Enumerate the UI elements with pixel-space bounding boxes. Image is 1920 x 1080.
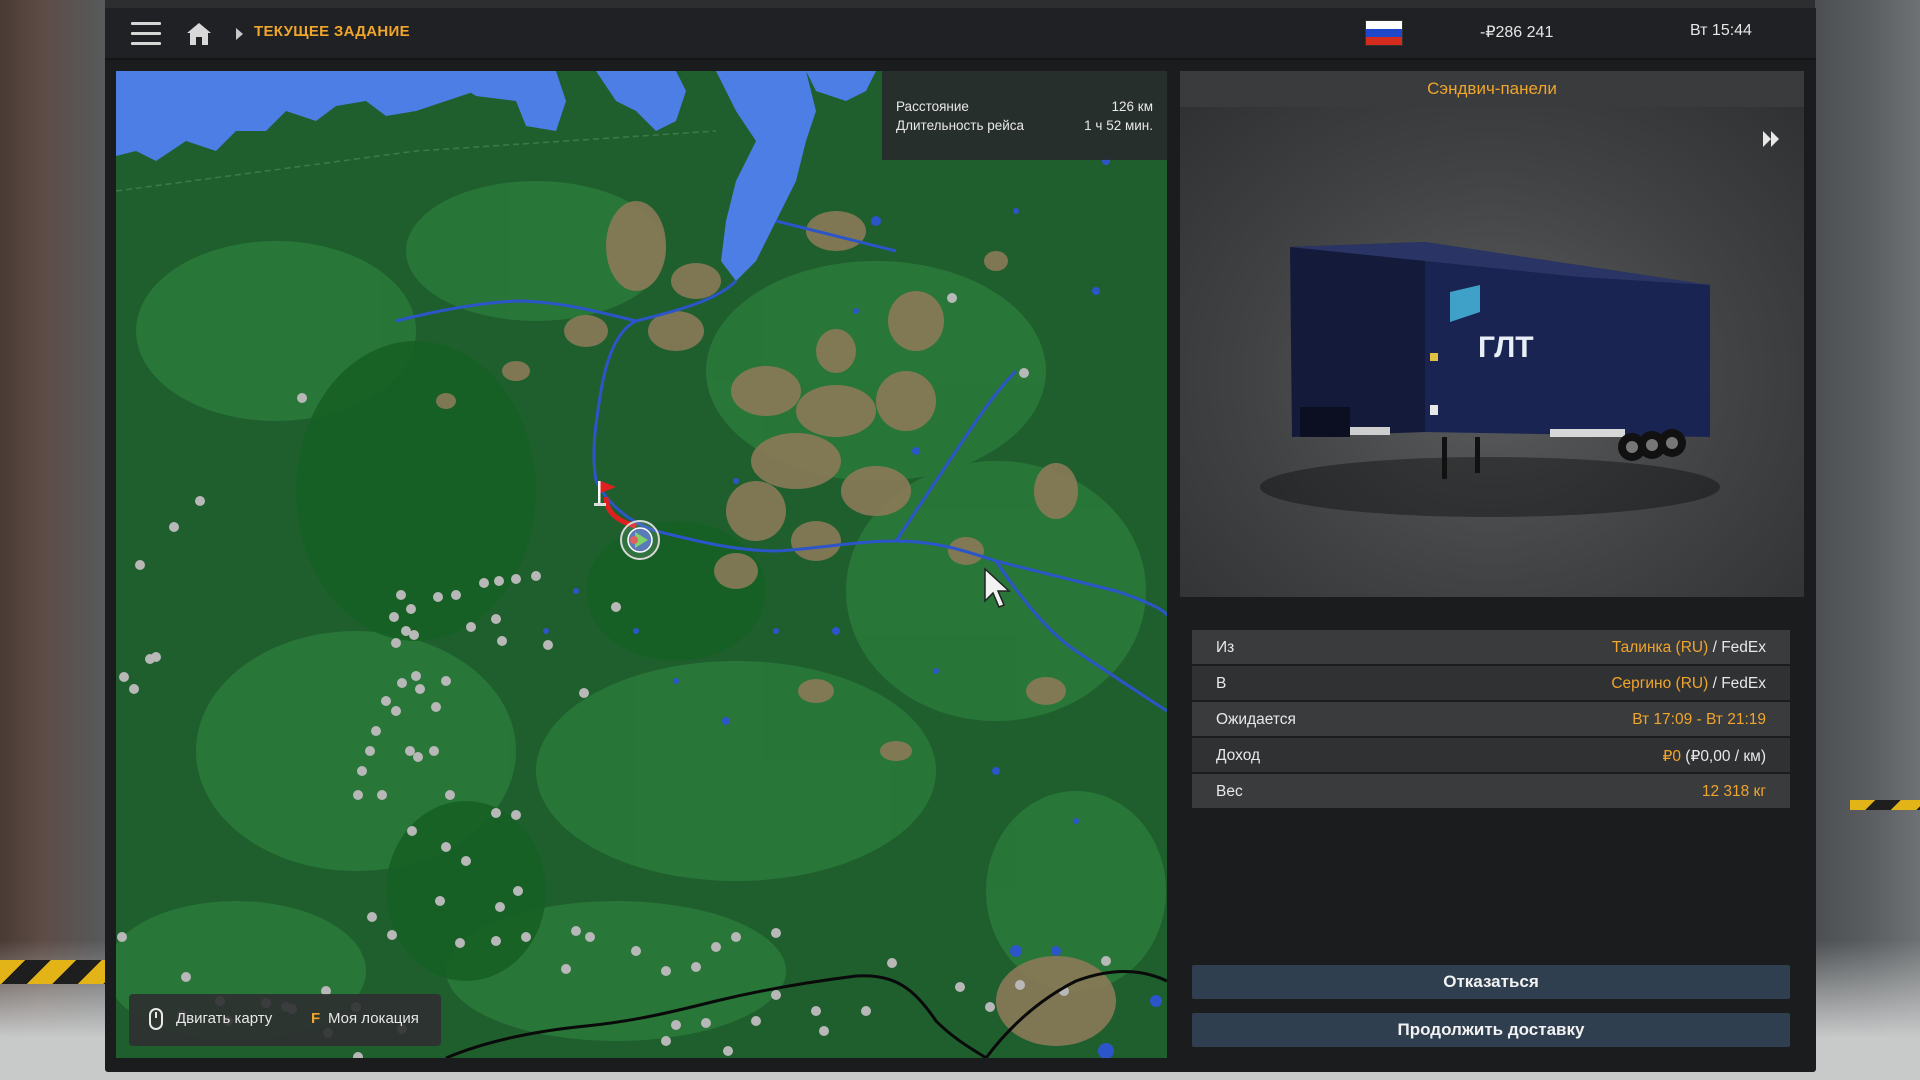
to-label: В: [1216, 675, 1227, 692]
map-controls-bar: Двигать карту F Моя локация: [129, 994, 441, 1046]
decline-button[interactable]: Отказаться: [1192, 965, 1790, 999]
top-bar: ТЕКУЩЕЕ ЗАДАНИЕ -₽286 241 Вт 15:44: [105, 8, 1816, 60]
hazard-stripe: [1850, 800, 1920, 810]
weight-label: Вес: [1216, 783, 1243, 800]
from-company: FedEx: [1721, 639, 1766, 656]
from-label: Из: [1216, 639, 1235, 656]
distance-value: 126 км: [1111, 99, 1153, 114]
income-value: ₽0 (₽0,00 / км): [1663, 747, 1767, 766]
cargo-title: Сэндвич-панели: [1180, 71, 1804, 107]
duration-value: 1 ч 52 мин.: [1084, 118, 1153, 133]
from-value: Талинка (RU) / FedEx: [1612, 639, 1766, 657]
to-city: Сергино (RU): [1611, 675, 1709, 692]
svg-text:ГЛТ: ГЛТ: [1478, 331, 1534, 364]
to-value: Сергино (RU) / FedEx: [1611, 675, 1766, 693]
skip-forward-icon[interactable]: [1760, 128, 1782, 150]
income-amount: ₽0: [1662, 748, 1681, 765]
to-company: FedEx: [1721, 675, 1766, 692]
destination-flag-icon: [594, 481, 616, 506]
trailer-image: ГЛТ: [1260, 242, 1720, 517]
mouse-icon: [149, 1008, 163, 1030]
menu-icon[interactable]: [131, 22, 161, 46]
key-f-hint: F: [311, 1010, 321, 1027]
move-map-hint[interactable]: Двигать карту: [176, 1010, 272, 1027]
my-location-hint[interactable]: Моя локация: [328, 1010, 419, 1027]
home-icon[interactable]: [185, 20, 213, 48]
income-row: Доход ₽0 (₽0,00 / км): [1192, 738, 1790, 772]
money-balance: -₽286 241: [1480, 24, 1554, 41]
garage-wall-right: [1815, 0, 1920, 1080]
route-info-panel: Расстояние 126 км Длительность рейса 1 ч…: [882, 71, 1167, 160]
breadcrumb-arrow-icon: [236, 28, 243, 40]
from-separator: /: [1708, 639, 1722, 656]
expected-label: Ожидается: [1216, 711, 1296, 728]
russia-flag-icon: [1365, 20, 1403, 46]
breadcrumb[interactable]: ТЕКУЩЕЕ ЗАДАНИЕ: [254, 23, 410, 40]
mouse-cursor-icon: [984, 567, 1011, 608]
hazard-stripe: [0, 960, 105, 984]
weight-row: Вес 12 318 кг: [1192, 774, 1790, 808]
truck-position-icon: [620, 520, 660, 560]
continue-delivery-button[interactable]: Продолжить доставку: [1192, 1013, 1790, 1047]
weight-value: 12 318 кг: [1701, 783, 1766, 800]
trailer-preview: ГЛТ: [1180, 107, 1804, 597]
expected-value: Вт 17:09 - Вт 21:19: [1632, 711, 1766, 728]
income-label: Доход: [1216, 747, 1261, 764]
distance-label: Расстояние: [896, 99, 969, 114]
map-terrain: [116, 71, 1167, 1058]
expected-row: Ожидается Вт 17:09 - Вт 21:19: [1192, 702, 1790, 736]
route-map[interactable]: [116, 71, 1167, 1058]
to-separator: /: [1708, 675, 1722, 692]
garage-wall-left: [0, 0, 105, 1080]
duration-label: Длительность рейса: [896, 118, 1025, 133]
income-rate: (₽0,00 / км): [1680, 748, 1766, 765]
to-row: В Сергино (RU) / FedEx: [1192, 666, 1790, 700]
game-clock: Вт 15:44: [1690, 22, 1752, 39]
from-row: Из Талинка (RU) / FedEx: [1192, 630, 1790, 664]
from-city: Талинка (RU): [1611, 639, 1709, 656]
